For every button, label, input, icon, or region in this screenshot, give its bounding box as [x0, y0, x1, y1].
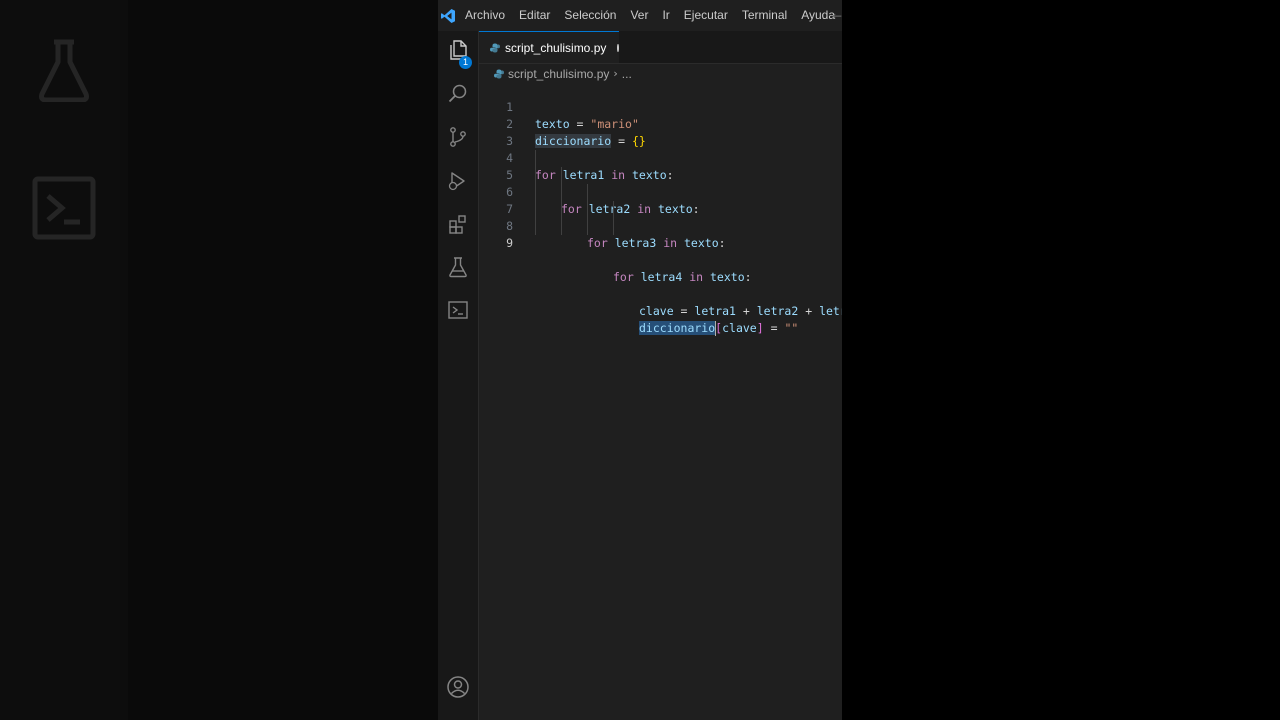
chevron-right-icon: › [613, 67, 618, 80]
account-button[interactable] [438, 669, 478, 709]
code-line-2[interactable]: 2 diccionario = {} [479, 99, 842, 148]
python-file-icon [490, 38, 500, 57]
search-icon [447, 83, 469, 109]
extensions-button[interactable] [438, 206, 478, 246]
indent-guide [587, 184, 588, 201]
code-line-1[interactable]: 1 texto = "mario" [479, 82, 842, 131]
indent-guide [535, 167, 536, 184]
testing-button[interactable] [438, 249, 478, 289]
breadcrumb: script_chulisimo.py › ... [479, 64, 842, 83]
activity-bar: 1 [438, 31, 479, 720]
editor-tabs: script_chulisimo.py [479, 31, 842, 64]
terminal-icon [447, 299, 469, 325]
code-line-5[interactable]: 5 for letra2 in texto: [479, 150, 842, 216]
indent-guide [561, 167, 562, 184]
indent-guide [535, 184, 536, 201]
indent-guide [587, 201, 588, 218]
breadcrumb-symbols[interactable]: ... [622, 67, 632, 81]
indent-guide [535, 150, 536, 167]
line-number: 9 [506, 236, 513, 250]
vscode-logo-icon [438, 0, 458, 31]
selected-text: diccionario [639, 321, 716, 335]
code-text: for letra3 in texto: [587, 236, 726, 250]
menu-ejecutar[interactable]: Ejecutar [677, 0, 735, 31]
tab-label: script_chulisimo.py [505, 40, 607, 55]
python-file-icon [494, 64, 504, 83]
extensions-icon [447, 213, 469, 239]
code-text: clave = letra1 + letra2 + letra3 [639, 304, 842, 318]
background-right [842, 0, 1280, 720]
run-debug-button[interactable] [438, 163, 478, 203]
menu-archivo[interactable]: Archivo [458, 0, 512, 31]
indent-guide [535, 201, 536, 218]
code-text: for letra4 in texto: [613, 270, 752, 284]
indent-guide [587, 218, 588, 235]
terminal-icon [32, 176, 96, 240]
breadcrumb-file[interactable]: script_chulisimo.py [508, 67, 609, 81]
indent-guide [561, 184, 562, 201]
background-left-bar [0, 0, 128, 720]
code-line-9[interactable]: 9 diccionario[clave] = "" [479, 218, 842, 336]
menu-editar[interactable]: Editar [512, 0, 557, 31]
title-bar: Archivo Editar Selección Ver Ir Ejecutar… [438, 0, 842, 31]
code-editor[interactable]: 1 texto = "mario" 2 diccionario = {} 3 4… [479, 82, 842, 720]
code-line-3[interactable]: 3 [479, 116, 842, 148]
code-line-4[interactable]: 4 for letra1 in texto: [479, 133, 842, 182]
code-text: diccionario[clave] = "" [639, 321, 799, 336]
indent-guide [613, 218, 614, 235]
vscode-window: Archivo Editar Selección Ver Ir Ejecutar… [438, 0, 842, 720]
explorer-badge: 1 [459, 56, 472, 69]
code-line-6[interactable]: 6 for letra3 in texto: [479, 167, 842, 250]
source-control-button[interactable] [438, 119, 478, 159]
menu-ir[interactable]: Ir [655, 0, 676, 31]
unsaved-dot-icon[interactable] [617, 43, 619, 52]
indent-guide [535, 218, 536, 235]
menu-bar: Archivo Editar Selección Ver Ir Ejecutar… [458, 0, 842, 31]
indent-guide [613, 201, 614, 218]
testing-icon [447, 256, 469, 282]
menu-seleccion[interactable]: Selección [557, 0, 623, 31]
indent-guide [561, 218, 562, 235]
search-button[interactable] [438, 76, 478, 116]
run-debug-icon [447, 170, 469, 196]
back-arrow-icon[interactable]: ← [832, 9, 842, 23]
source-control-icon [447, 126, 469, 152]
indent-guide [561, 201, 562, 218]
terminal-button[interactable] [438, 292, 478, 332]
menu-terminal[interactable]: Terminal [735, 0, 794, 31]
tab-script-chulisimo[interactable]: script_chulisimo.py [479, 31, 619, 63]
code-line-8[interactable]: 8 clave = letra1 + letra2 + letra3 [479, 201, 842, 318]
explorer-button[interactable]: 1 [438, 32, 478, 72]
testing-icon [36, 38, 92, 102]
menu-ver[interactable]: Ver [623, 0, 655, 31]
account-icon [446, 675, 470, 703]
code-line-7[interactable]: 7 for letra4 in texto: [479, 184, 842, 284]
